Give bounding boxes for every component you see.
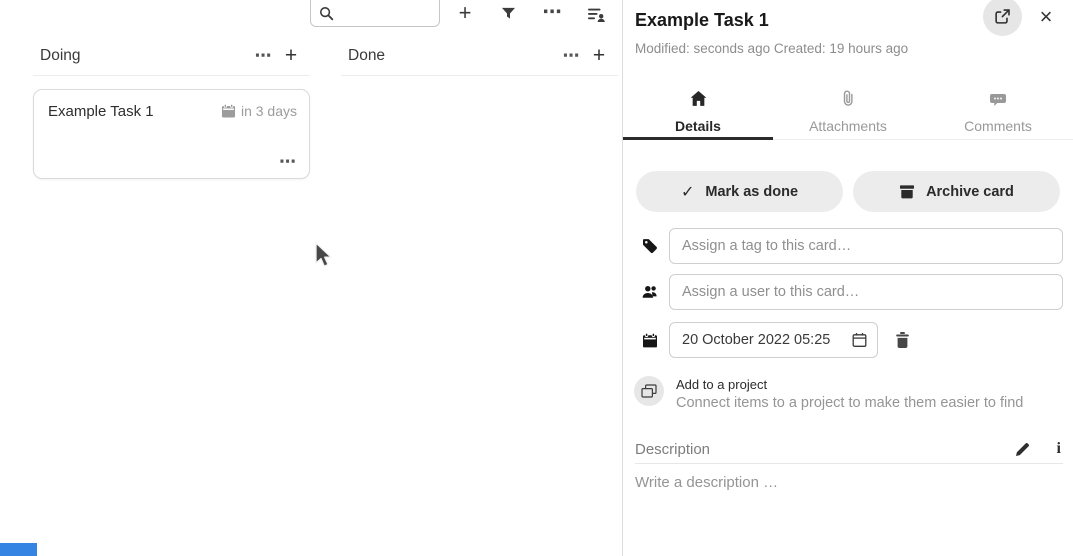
description-header: Description i [635, 440, 1061, 458]
search-box[interactable] [310, 0, 440, 27]
mark-as-done-button[interactable]: ✓ Mark as done [636, 171, 843, 212]
chat-bubble-icon [990, 90, 1006, 107]
pencil-icon [1015, 442, 1030, 457]
tag-row [642, 228, 1063, 264]
card-due-date: in 3 days [221, 103, 297, 119]
tab-label: Comments [964, 118, 1032, 134]
column-header: Doing ⋯ + [33, 40, 310, 72]
check-icon: ✓ [681, 182, 694, 202]
column-done: Done ⋯ + [341, 40, 618, 179]
app-window: + ⋯ Doing ⋯ + Example Task [0, 0, 1073, 556]
search-input[interactable] [340, 5, 430, 21]
archive-icon [899, 184, 915, 199]
funnel-icon [501, 7, 516, 21]
board-menu-button[interactable]: ⋯ [540, 0, 564, 24]
project-subtitle: Connect items to a project to make them … [676, 395, 1023, 411]
close-button[interactable]: × [1031, 2, 1061, 32]
project-icon [634, 376, 664, 406]
column-header: Done ⋯ + [341, 40, 618, 72]
calendar-icon [221, 104, 236, 118]
tab-attachments[interactable]: Attachments [773, 84, 923, 139]
search-icon [319, 6, 334, 21]
add-card-button[interactable]: + [586, 44, 612, 68]
trash-icon [895, 332, 910, 348]
description-label: Description [635, 441, 1015, 458]
card-title: Example Task 1 [48, 103, 154, 120]
task-card[interactable]: Example Task 1 in 3 days ⋯ [33, 89, 310, 179]
tab-label: Details [675, 118, 721, 134]
open-in-window-button[interactable] [983, 0, 1022, 36]
filter-button[interactable] [496, 2, 520, 26]
accent-corner-bar [0, 543, 37, 556]
due-date-row: 20 October 2022 05:25 [642, 322, 1063, 358]
tab-bar: Details Attachments Comments [623, 84, 1073, 140]
user-row [642, 274, 1063, 310]
mouse-cursor [314, 242, 335, 270]
column-divider [341, 75, 618, 76]
column-divider [33, 75, 310, 76]
task-detail-panel: Example Task 1 Modified: seconds ago Cre… [623, 0, 1073, 556]
external-link-icon [994, 8, 1011, 25]
calendar-icon [642, 333, 659, 348]
column-title: Done [348, 47, 556, 65]
column-menu-button[interactable]: ⋯ [248, 46, 278, 66]
tab-label: Attachments [809, 118, 887, 134]
add-to-project-row[interactable]: Add to a project Connect items to a proj… [634, 376, 1023, 411]
due-date-field[interactable]: 20 October 2022 05:25 [669, 322, 878, 358]
users-icon [642, 285, 659, 299]
project-title: Add to a project [676, 376, 1023, 392]
assign-user-input[interactable] [669, 274, 1063, 310]
assignee-view-button[interactable] [584, 2, 608, 26]
description-placeholder[interactable]: Write a description … [635, 474, 778, 491]
board-columns: Doing ⋯ + Example Task 1 in 3 days [33, 40, 618, 179]
kanban-board: + ⋯ Doing ⋯ + Example Task [0, 0, 622, 556]
modified-created-meta: Modified: seconds ago Created: 19 hours … [635, 41, 908, 56]
assignee-list-icon [588, 7, 605, 22]
paperclip-icon [842, 90, 854, 107]
column-menu-button[interactable]: ⋯ [556, 46, 586, 66]
open-calendar-button[interactable] [851, 332, 868, 348]
assign-tag-input[interactable] [669, 228, 1063, 264]
description-info-button[interactable]: i [1057, 440, 1061, 458]
add-button[interactable]: + [453, 1, 477, 25]
card-menu-button[interactable]: ⋯ [279, 152, 296, 172]
add-card-button[interactable]: + [278, 44, 304, 68]
tag-icon [642, 238, 659, 254]
home-icon [690, 90, 707, 107]
edit-description-button[interactable] [1015, 442, 1030, 457]
description-divider [635, 463, 1063, 464]
column-title: Doing [40, 47, 248, 65]
remove-due-date-button[interactable] [895, 332, 910, 348]
page-title: Example Task 1 [635, 10, 769, 31]
tab-details[interactable]: Details [623, 84, 773, 139]
tab-comments[interactable]: Comments [923, 84, 1073, 139]
calendar-outline-icon [851, 332, 868, 348]
card-actions: ✓ Mark as done Archive card [636, 171, 1060, 212]
archive-card-button[interactable]: Archive card [853, 171, 1060, 212]
column-doing: Doing ⋯ + Example Task 1 in 3 days [33, 40, 310, 179]
due-date-value: 20 October 2022 05:25 [682, 332, 830, 348]
